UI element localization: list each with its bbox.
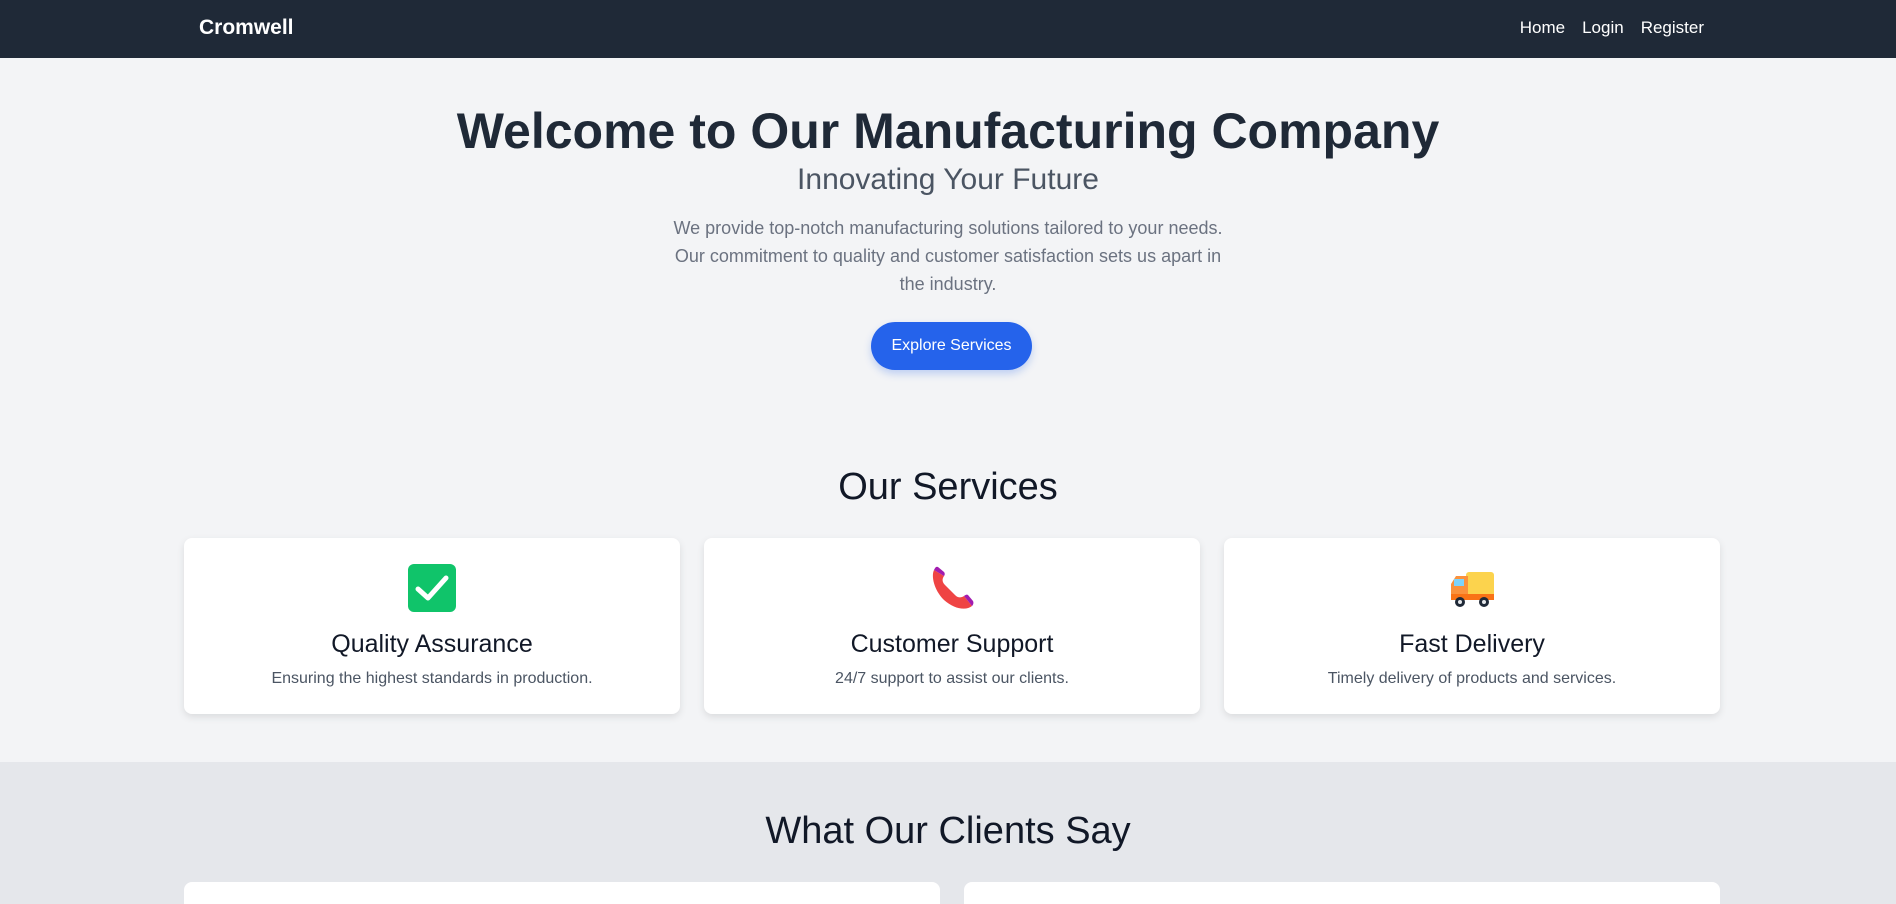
service-card-delivery: Fast Delivery Timely delivery of product… (1224, 538, 1720, 714)
testimonials-section: What Our Clients Say (0, 762, 1896, 904)
hero-title: Welcome to Our Manufacturing Company (456, 103, 1440, 159)
brand-logo[interactable]: Cromwell (199, 16, 294, 40)
service-name: Customer Support (850, 630, 1054, 658)
service-card-quality: Quality Assurance Ensuring the highest s… (184, 538, 680, 714)
check-mark-icon (408, 564, 456, 612)
services-title: Our Services (838, 466, 1058, 508)
service-description: Ensuring the highest standards in produc… (271, 670, 593, 687)
delivery-truck-icon (1451, 572, 1494, 607)
nav-link-login[interactable]: Login (1582, 18, 1624, 38)
service-name: Quality Assurance (331, 630, 533, 658)
phone-icon (932, 566, 974, 609)
explore-services-button[interactable]: Explore Services (871, 322, 1032, 370)
service-description: 24/7 support to assist our clients. (835, 670, 1069, 687)
service-description: Timely delivery of products and services… (1327, 670, 1617, 687)
testimonials-title: What Our Clients Say (765, 810, 1131, 852)
hero-description: We provide top-notch manufacturing solut… (673, 218, 1223, 294)
nav-links: Home Login Register (1520, 18, 1704, 38)
nav-link-home[interactable]: Home (1520, 18, 1565, 38)
service-name: Fast Delivery (1399, 630, 1545, 658)
testimonial-card (184, 882, 940, 904)
nav-link-register[interactable]: Register (1641, 18, 1704, 38)
hero-subtitle: Innovating Your Future (797, 163, 1099, 196)
navbar: Cromwell Home Login Register (0, 0, 1896, 58)
testimonial-card (964, 882, 1720, 904)
service-card-support: Customer Support 24/7 support to assist … (704, 538, 1200, 714)
